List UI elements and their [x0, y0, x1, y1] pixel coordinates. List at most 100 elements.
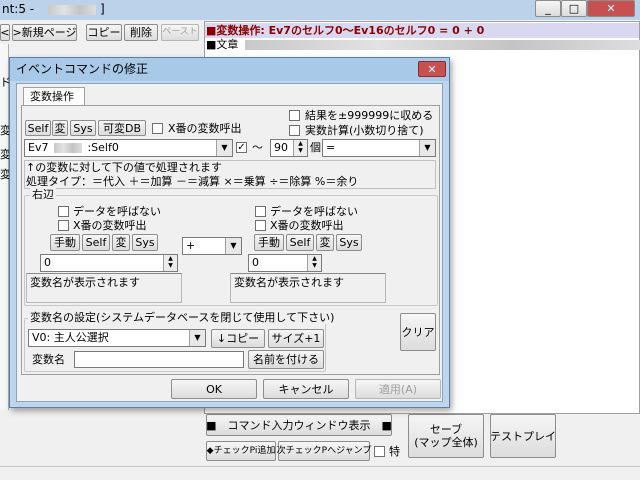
count-value: 90 — [274, 141, 288, 154]
count-unit: 個 — [310, 141, 321, 154]
status-bar — [0, 466, 640, 480]
x-call-checkbox[interactable] — [152, 123, 163, 134]
left-var-name-display: 変数名が表示されます — [26, 273, 182, 303]
left-operand-self-button[interactable]: Self — [82, 234, 110, 251]
right-no-data-label: データを呼ばない — [270, 205, 358, 218]
info-line-1: ↑の変数に対して下の値で処理されます — [26, 161, 222, 174]
left-no-data-label: データを呼ばない — [73, 205, 161, 218]
result-limit-label: 結果を±999999に収める — [305, 109, 434, 122]
tab-label: 変数操作 — [30, 90, 74, 103]
save-button[interactable]: セーブ (マップ全体) — [408, 414, 484, 458]
right-operand-value: 0 — [252, 256, 259, 269]
info-box: ↑の変数に対して下の値で処理されます 処理タイプ：＝代入 ＋＝加算 －＝減算 ×… — [24, 160, 436, 189]
info-line-2: 処理タイプ：＝代入 ＋＝加算 －＝減算 ×＝乗算 ÷＝除算 %＝余り — [26, 175, 359, 188]
right-operand-input[interactable]: 0 ▲ ▼ — [248, 254, 322, 272]
assign-name-button[interactable]: 名前を付ける — [248, 350, 324, 369]
calc-operator-value: + — [186, 239, 196, 252]
delete-button[interactable]: 削除 — [124, 24, 158, 41]
size-plus-button[interactable]: サイズ+1 — [268, 329, 324, 348]
right-var-name-display: 変数名が表示されます — [230, 273, 386, 303]
right-manual-button[interactable]: 手動 — [254, 234, 284, 251]
apply-button[interactable]: 適用(A) — [355, 379, 441, 399]
event-command-dialog: イベントコマンドの修正 ✕ 変数操作 Self 変 Sys 可変DB X番の変数… — [9, 57, 450, 408]
target-blurred — [53, 143, 82, 153]
target-value: :Self0 — [87, 141, 119, 154]
right-x-call-checkbox[interactable] — [255, 220, 266, 231]
calc-operator-dropdown[interactable]: + ▼ — [182, 237, 242, 255]
next-checkpoint-button[interactable]: 次チェックPへジャンプ — [277, 441, 371, 461]
left-side-panel — [0, 44, 9, 410]
dialog-close-button[interactable]: ✕ — [418, 61, 446, 77]
var-select-value: V0: 主人公選択 — [32, 331, 109, 344]
maximize-button[interactable]: □ — [561, 0, 587, 17]
main-close-button[interactable]: ✕ — [587, 0, 635, 17]
target-variable-dropdown[interactable]: Ev7 :Self0 ▼ — [24, 139, 233, 157]
editor-title-suffix: ] — [100, 2, 105, 16]
tab-panel: Self 変 Sys 可変DB X番の変数呼出 結果を±999999に収める 実… — [21, 105, 440, 375]
copy-button[interactable]: コピー — [86, 24, 122, 41]
clear-button[interactable]: クリア — [400, 313, 436, 351]
target-prefix: Ev7 — [28, 141, 49, 154]
editor-title-blurred — [48, 5, 96, 15]
spinner-arrows-icon[interactable]: ▲ ▼ — [307, 255, 321, 271]
x-call-label: X番の変数呼出 — [168, 122, 242, 135]
left-self-button[interactable]: Self — [25, 120, 51, 136]
range-checkbox[interactable]: ✓ — [236, 142, 247, 153]
paste-button[interactable]: ペースト — [161, 24, 199, 41]
chevron-down-icon: ▼ — [216, 140, 232, 156]
spinner-arrows-icon[interactable]: ▲ ▼ — [293, 140, 307, 156]
left-manual-button[interactable]: 手動 — [50, 234, 80, 251]
right-operand-var-button[interactable]: 変 — [316, 234, 334, 251]
editor-title-text: nt:5 - — [2, 2, 35, 16]
chevron-down-icon: ▼ — [189, 330, 205, 346]
left-operand-value: 0 — [44, 256, 51, 269]
var-name-label: 変数名 — [32, 353, 65, 366]
real-calc-checkbox[interactable] — [289, 125, 300, 136]
testplay-button[interactable]: テストプレイ — [490, 414, 556, 458]
right-operand-self-button[interactable]: Self — [286, 234, 314, 251]
left-operand-sys-button[interactable]: Sys — [132, 234, 158, 251]
copy-down-button[interactable]: ↓コピー — [211, 329, 265, 348]
right-operand-sys-button[interactable]: Sys — [336, 234, 362, 251]
left-operand-input[interactable]: 0 ▲ ▼ — [40, 254, 178, 272]
var-select-dropdown[interactable]: V0: 主人公選択 ▼ — [28, 329, 206, 347]
command-input-window-button[interactable]: ■ コマンド入力ウィンドウ表示 ■ — [206, 414, 392, 436]
real-calc-label: 実数計算(小数切り捨て) — [305, 124, 424, 137]
chevron-down-icon: ▼ — [225, 238, 241, 254]
dialog-client: 変数操作 Self 変 Sys 可変DB X番の変数呼出 結果を±999999に… — [16, 83, 443, 402]
right-var-name-text: 変数名が表示されます — [234, 276, 344, 289]
left-no-data-checkbox[interactable] — [58, 206, 69, 217]
left-var-name-text: 変数名が表示されます — [30, 276, 140, 289]
ok-button[interactable]: OK — [171, 379, 257, 399]
left-x-call-checkbox[interactable] — [58, 220, 69, 231]
spinner-arrows-icon[interactable]: ▲ ▼ — [163, 255, 177, 271]
chevron-down-icon: ▼ — [419, 140, 435, 156]
count-spinner[interactable]: 90 ▲ ▼ — [270, 139, 308, 157]
dialog-title: イベントコマンドの修正 — [16, 62, 149, 76]
minimize-button[interactable]: _ — [535, 0, 561, 17]
event-line-1[interactable]: ■変数操作: Ev7のセルフ0〜Ev16のセルフ0 = 0 + 0 — [206, 24, 484, 37]
left-x-call-label: X番の変数呼出 — [73, 219, 147, 232]
operator-dropdown[interactable]: = ▼ — [322, 139, 436, 157]
var-name-setting-label: 変数名の設定(システムデータベースを閉じて使用して下さい) — [28, 311, 337, 324]
range-tilde: 〜 — [252, 141, 263, 154]
right-x-call-label: X番の変数呼出 — [270, 219, 344, 232]
back-button[interactable]: < — [0, 24, 10, 41]
add-checkpoint-button[interactable]: ◆チェックPi追加 — [206, 441, 276, 461]
event-line-2[interactable]: ■文章 — [206, 38, 238, 51]
special-checkbox[interactable] — [374, 446, 385, 457]
editor-title-bar-right: _ □ ✕ — [215, 0, 640, 20]
var-name-input[interactable] — [74, 351, 244, 368]
tab-variable-operation[interactable]: 変数操作 — [23, 87, 85, 105]
special-label: 特 — [389, 445, 400, 458]
left-sys-button[interactable]: Sys — [70, 120, 96, 136]
left-operand-var-button[interactable]: 変 — [112, 234, 130, 251]
left-var-button[interactable]: 変 — [52, 120, 68, 136]
left-variable-db-button[interactable]: 可変DB — [98, 120, 146, 136]
operator-value: = — [326, 141, 336, 154]
new-page-button[interactable]: >新規ページ — [12, 24, 77, 41]
event-line-2-blurred — [245, 40, 640, 50]
right-no-data-checkbox[interactable] — [255, 206, 266, 217]
cancel-button[interactable]: キャンセル — [263, 379, 349, 399]
result-limit-checkbox[interactable] — [289, 110, 300, 121]
